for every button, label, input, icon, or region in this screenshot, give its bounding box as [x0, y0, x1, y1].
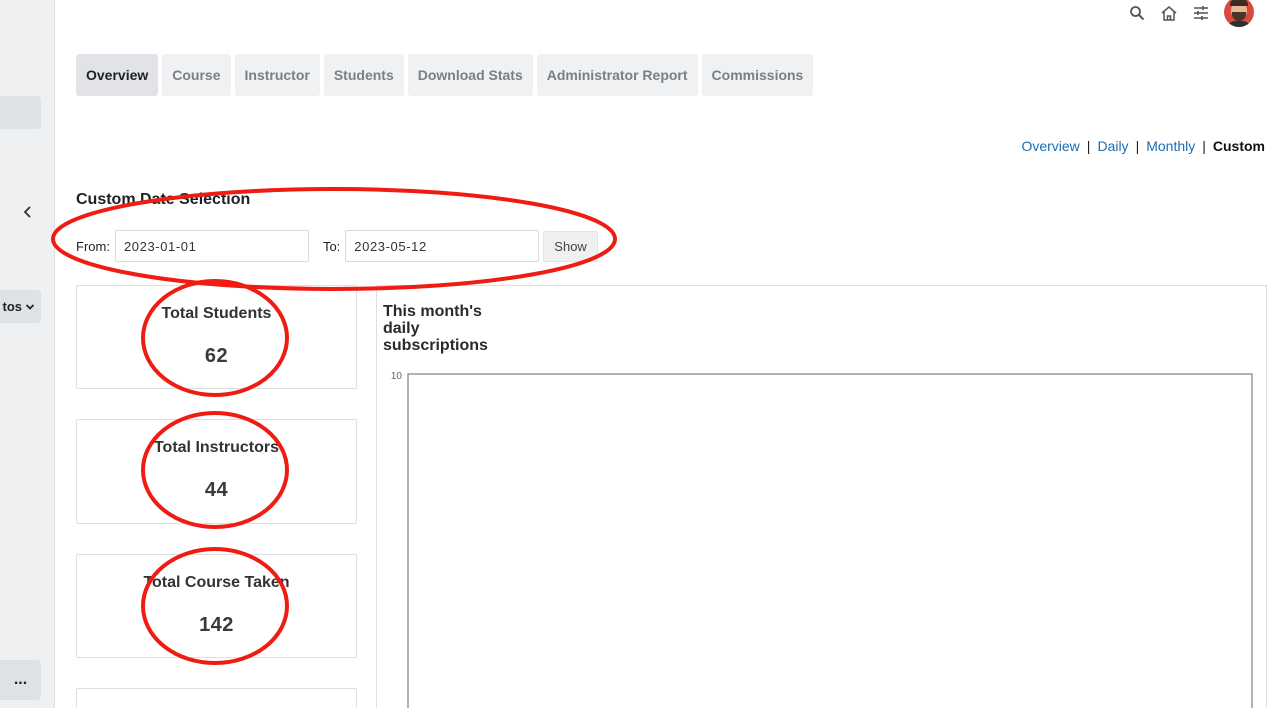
tab-download-stats[interactable]: Download Stats	[407, 54, 533, 96]
tab-course[interactable]: Course	[162, 54, 231, 96]
subscriptions-chart-panel: This month's daily subscriptions 10	[376, 285, 1267, 708]
sidebar-dropdown-label: tos	[2, 299, 23, 314]
avatar[interactable]	[1224, 0, 1254, 27]
link-daily[interactable]: Daily	[1097, 138, 1128, 154]
chart-plot: 10	[391, 371, 1253, 708]
show-button[interactable]: Show	[543, 230, 598, 262]
sidebar-more-button[interactable]: ...	[0, 660, 41, 700]
home-icon[interactable]	[1160, 4, 1178, 22]
tab-students[interactable]: Students	[323, 54, 404, 96]
date-range-form: From: To: Show	[76, 230, 598, 262]
report-tabs: Overview Course Instructor Students Down…	[76, 54, 814, 96]
link-monthly[interactable]: Monthly	[1146, 138, 1195, 154]
sidebar-item[interactable]	[0, 96, 41, 129]
header-icons	[1128, 0, 1254, 27]
link-custom-current: Custom	[1212, 138, 1265, 154]
stat-label: Total Instructors	[153, 439, 280, 456]
tab-instructor[interactable]: Instructor	[234, 54, 320, 96]
link-separator: |	[1086, 138, 1091, 154]
sliders-icon[interactable]	[1192, 4, 1210, 22]
stat-label: Total Students	[161, 305, 272, 322]
chevron-down-icon	[25, 299, 35, 314]
to-label: To:	[322, 238, 341, 254]
from-date-input[interactable]	[114, 230, 309, 262]
plot-area	[407, 373, 1253, 708]
left-sidebar: tos ...	[0, 0, 55, 708]
from-label: From:	[76, 238, 110, 254]
sidebar-dropdown[interactable]: tos	[0, 290, 41, 323]
stat-card-course-taken: Total Course Taken 142	[76, 554, 357, 658]
tab-commissions[interactable]: Commissions	[701, 54, 814, 96]
stat-value: 62	[204, 345, 229, 367]
stat-value: 142	[199, 614, 234, 636]
stat-label: Total Course Taken	[143, 574, 290, 591]
search-icon[interactable]	[1128, 4, 1146, 22]
stat-card-partial	[76, 688, 357, 708]
stat-value: 44	[204, 479, 229, 501]
custom-date-title: Custom Date Selection	[76, 191, 251, 208]
stat-card-students: Total Students 62	[76, 285, 357, 389]
link-separator: |	[1202, 138, 1206, 154]
to-date-input[interactable]	[345, 230, 540, 262]
chevron-left-icon[interactable]	[18, 202, 38, 222]
y-tick-label: 10	[391, 371, 403, 382]
link-separator: |	[1135, 138, 1140, 154]
tab-overview[interactable]: Overview	[76, 54, 159, 96]
view-period-links: Overview | Daily | Monthly | Custom	[1021, 138, 1265, 154]
link-overview[interactable]: Overview	[1021, 138, 1079, 154]
tab-administrator-report[interactable]: Administrator Report	[536, 54, 698, 96]
stat-card-instructors: Total Instructors 44	[76, 419, 357, 524]
